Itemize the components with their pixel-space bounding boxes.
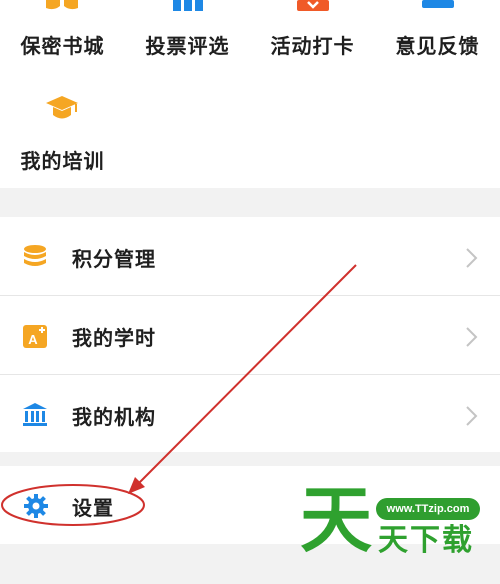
settings-label: 设置 [72, 496, 114, 520]
grid-item-feedback[interactable]: 意见反馈 [375, 0, 500, 70]
menu-item-label: 我的机构 [72, 405, 156, 429]
chevron-right-icon [466, 327, 478, 347]
quick-access-grid: 保密书城 投票评选 活动打卡 意见反馈 我的培训 [0, 0, 500, 188]
grid-item-bookstore[interactable]: 保密书城 [0, 0, 125, 70]
menu-item-institution[interactable]: 我的机构 [0, 375, 500, 453]
grid-item-label: 活动打卡 [270, 34, 355, 58]
book-icon [46, 0, 78, 10]
menu-item-label: 我的学时 [72, 326, 156, 350]
grid-item-label: 意见反馈 [395, 34, 480, 58]
grid-item-voting[interactable]: 投票评选 [125, 0, 250, 70]
grid-item-label: 保密书城 [20, 34, 105, 58]
grid-item-training[interactable]: 我的培训 [0, 92, 125, 173]
grid-item-label: 投票评选 [145, 34, 230, 58]
study-hours-icon: A [23, 325, 47, 348]
bar-chart-icon [173, 0, 203, 11]
gear-icon [24, 494, 48, 518]
grid-item-label: 我的培训 [20, 149, 105, 173]
menu-item-study-hours[interactable]: A 我的学时 [0, 296, 500, 374]
chevron-right-icon [466, 248, 478, 268]
watermark-logo-char: 天 [300, 478, 373, 562]
svg-text:A: A [28, 332, 38, 347]
feedback-icon [422, 0, 454, 8]
menu-list: 积分管理 A 我的学时 我的机构 [0, 217, 500, 452]
graduation-cap-icon [46, 96, 78, 119]
grid-item-checkin[interactable]: 活动打卡 [250, 0, 375, 70]
checkin-icon [297, 0, 329, 11]
institution-icon [23, 403, 47, 426]
coins-icon [24, 245, 46, 266]
watermark-text: 天下载 [378, 523, 474, 558]
chevron-right-icon [466, 406, 478, 426]
menu-item-points[interactable]: 积分管理 [0, 217, 500, 295]
menu-item-label: 积分管理 [72, 247, 156, 271]
watermark-url: www.TTzip.com [376, 498, 480, 520]
